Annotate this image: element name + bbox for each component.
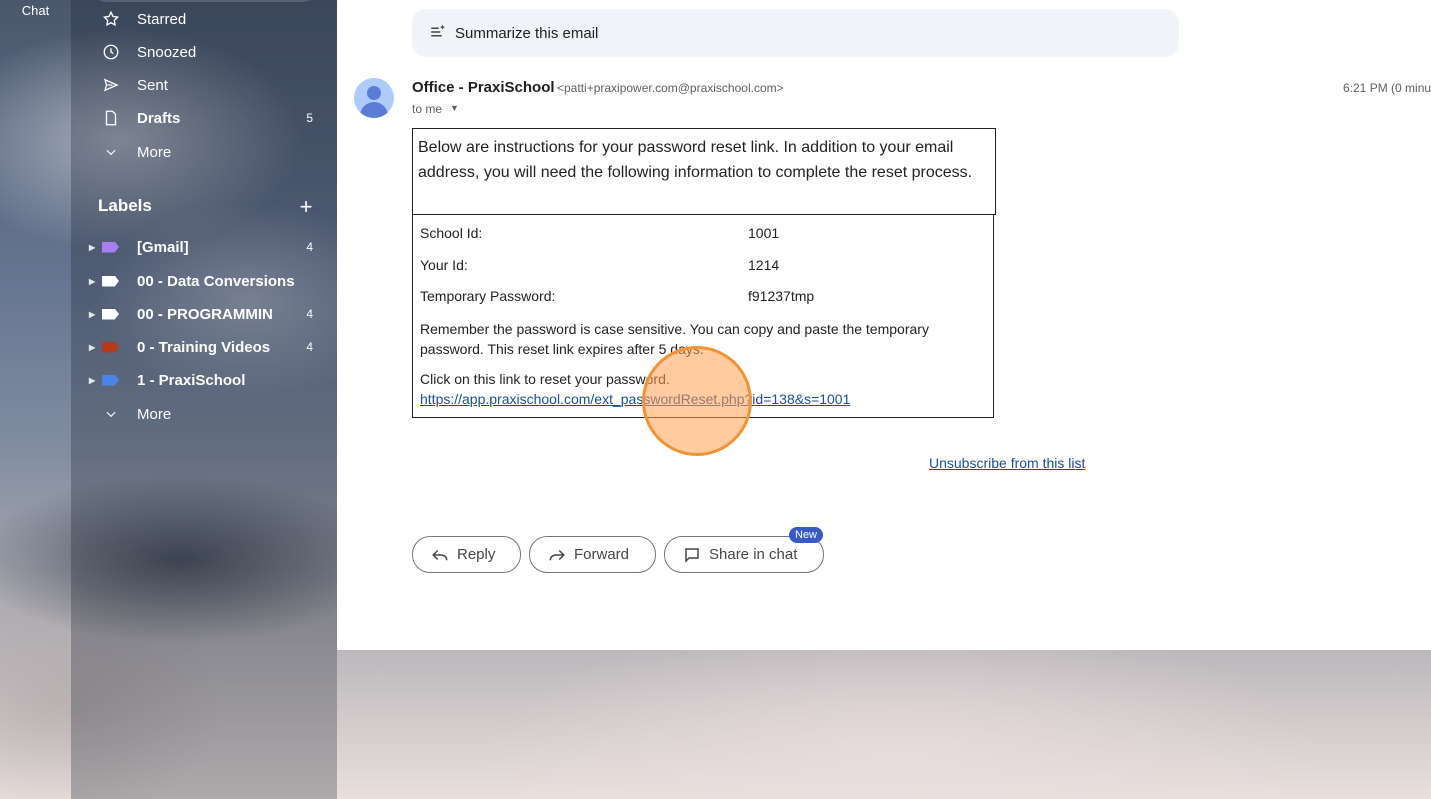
recipient-details-icon[interactable]: ▼ <box>450 103 459 113</box>
chat-rail-label[interactable]: Chat <box>0 3 71 18</box>
label-name: 0 - Training Videos <box>137 338 271 356</box>
label-count: 4 <box>306 340 313 354</box>
sender-email: <patti+praxipower.com@praxischool.com> <box>557 81 784 95</box>
expand-caret-icon[interactable]: ▶ <box>89 376 95 385</box>
reply-icon <box>431 546 449 564</box>
sidebar-item-label: Snoozed <box>137 43 197 61</box>
label-item-training-videos[interactable]: ▶ 0 - Training Videos 4 <box>71 332 321 362</box>
sidebar-item-label: Drafts <box>137 109 181 127</box>
reply-button[interactable]: Reply <box>412 536 521 573</box>
label-count: 4 <box>306 307 313 321</box>
expand-caret-icon[interactable]: ▶ <box>89 243 95 252</box>
reset-instruction: Click on this link to reset your passwor… <box>420 371 670 387</box>
school-id-value: 1001 <box>748 225 780 241</box>
sender-avatar[interactable] <box>354 78 394 118</box>
chat-bubble-icon <box>683 546 701 564</box>
reply-label: Reply <box>457 546 496 563</box>
sidebar-item-label: Sent <box>137 76 168 94</box>
email-view: Summarize this email Office - PraxiSchoo… <box>337 0 1431 650</box>
new-badge: New <box>789 527 824 543</box>
your-id-label: Your Id: <box>420 257 468 273</box>
summarize-label: Summarize this email <box>455 24 599 42</box>
forward-icon <box>548 546 566 564</box>
expand-caret-icon[interactable]: ▶ <box>89 343 95 352</box>
expand-caret-icon[interactable]: ▶ <box>89 310 95 319</box>
sidebar-item-drafts[interactable]: Drafts 5 <box>71 102 321 134</box>
draft-icon <box>101 108 121 128</box>
left-rail: Chat <box>0 0 71 799</box>
label-name: 00 - PROGRAMMIN <box>137 305 273 323</box>
sidebar-item-starred[interactable]: Starred <box>71 3 321 35</box>
labels-more[interactable]: More <box>71 398 321 430</box>
sidebar-item-label: Starred <box>137 10 187 28</box>
temp-password-value: f91237tmp <box>748 288 815 304</box>
chevron-down-icon <box>101 404 121 424</box>
sender-name[interactable]: Office - PraxiSchool <box>412 79 555 96</box>
school-id-label: School Id: <box>420 225 483 241</box>
label-name: 00 - Data Conversions <box>137 272 295 290</box>
label-item-programming[interactable]: ▶ 00 - PROGRAMMIN 4 <box>71 299 321 329</box>
label-item-gmail[interactable]: ▶ [Gmail] 4 <box>71 232 321 262</box>
label-name: [Gmail] <box>137 238 189 256</box>
click-highlight-marker <box>642 346 752 456</box>
your-id-value: 1214 <box>748 257 780 273</box>
sparkle-list-icon <box>429 23 447 41</box>
unsubscribe-link[interactable]: Unsubscribe from this list <box>929 455 1085 471</box>
sidebar-item-snoozed[interactable]: Snoozed <box>71 36 321 68</box>
label-item-praxischool[interactable]: ▶ 1 - PraxiSchool <box>71 365 321 395</box>
email-timestamp: 6:21 PM (0 minu <box>1343 81 1431 95</box>
password-reset-link[interactable]: https://app.praxischool.com/ext_password… <box>420 391 850 407</box>
expand-caret-icon[interactable]: ▶ <box>89 277 95 286</box>
email-intro: Below are instructions for your password… <box>412 128 996 215</box>
summarize-button[interactable]: Summarize this email <box>412 9 1179 57</box>
recipient-line: to me <box>412 102 443 116</box>
send-icon <box>101 75 121 95</box>
share-in-chat-label: Share in chat <box>709 546 798 563</box>
star-icon <box>101 9 121 29</box>
avatar-head-shape <box>367 86 381 100</box>
inbox-pill[interactable] <box>91 0 319 2</box>
sidebar-item-more[interactable]: More <box>71 136 321 168</box>
sidebar: Starred Snoozed Sent Drafts 5 More Label… <box>71 0 337 799</box>
label-count: 4 <box>306 240 313 254</box>
label-tag-icon <box>102 341 119 353</box>
label-tag-icon <box>102 308 119 320</box>
sidebar-item-label: More <box>137 143 172 161</box>
label-tag-icon <box>102 374 119 386</box>
sidebar-item-label: More <box>137 405 172 423</box>
temp-password-label: Temporary Password: <box>420 288 556 304</box>
add-label-button[interactable]: + <box>296 196 316 218</box>
labels-heading: Labels <box>98 196 152 215</box>
forward-button[interactable]: Forward <box>529 536 656 573</box>
clock-icon <box>101 42 121 62</box>
chevron-down-icon <box>101 142 121 162</box>
label-tag-icon <box>102 241 119 253</box>
label-tag-icon <box>102 275 119 287</box>
drafts-count: 5 <box>306 111 313 125</box>
label-name: 1 - PraxiSchool <box>137 371 246 389</box>
avatar-body-shape <box>360 102 388 118</box>
label-item-data-conversions[interactable]: ▶ 00 - Data Conversions <box>71 266 321 296</box>
forward-label: Forward <box>574 546 630 563</box>
sidebar-item-sent[interactable]: Sent <box>71 69 321 101</box>
